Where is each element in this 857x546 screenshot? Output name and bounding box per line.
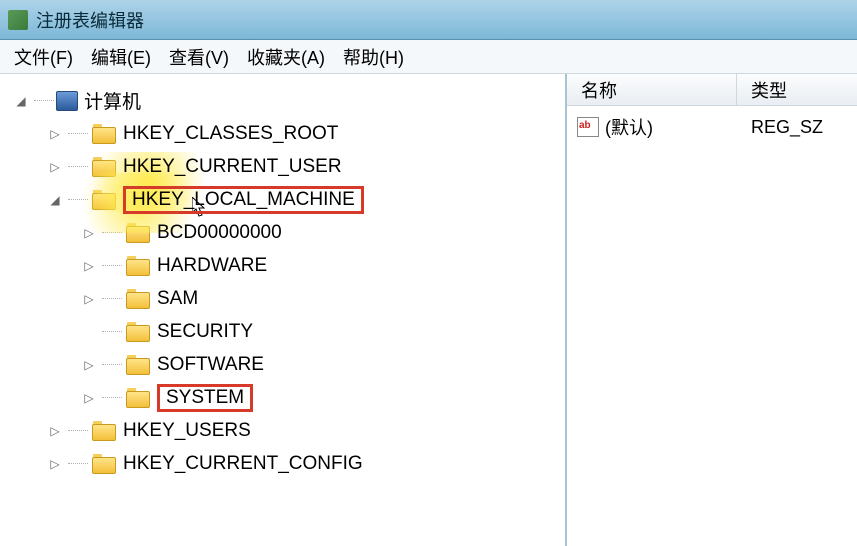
tree-system[interactable]: ▷ SYSTEM	[4, 381, 561, 414]
folder-icon	[126, 223, 150, 243]
collapse-icon[interactable]: ◢	[14, 94, 28, 108]
tree-sam[interactable]: ▷ SAM	[4, 282, 561, 315]
column-header-name[interactable]: 名称	[567, 74, 737, 105]
tree-item-label: HARDWARE	[157, 255, 267, 277]
folder-icon	[126, 289, 150, 309]
tree-hkey-current-user[interactable]: ▷ HKEY_CURRENT_USER	[4, 150, 561, 183]
tree-item-label: SECURITY	[157, 321, 253, 343]
expand-icon[interactable]: ▷	[82, 358, 96, 372]
folder-icon	[92, 190, 116, 210]
tree-item-label: HKEY_USERS	[123, 420, 251, 442]
menu-view[interactable]: 查看(V)	[169, 44, 229, 70]
tree-root-label: 计算机	[84, 87, 141, 114]
folder-icon	[126, 355, 150, 375]
tree-item-label: HKEY_CURRENT_USER	[123, 156, 342, 178]
content-area: ◢ 计算机 ▷ HKEY_CLASSES_ROOT ▷ HK	[0, 74, 857, 546]
tree-item-label: SYSTEM	[157, 384, 253, 412]
folder-icon	[92, 421, 116, 441]
folder-icon	[92, 157, 116, 177]
list-row[interactable]: ab (默认) REG_SZ	[567, 106, 857, 148]
menubar: 文件(F) 编辑(E) 查看(V) 收藏夹(A) 帮助(H)	[0, 40, 857, 74]
tree-item-label: BCD00000000	[157, 222, 282, 244]
list-pane[interactable]: 名称 类型 ab (默认) REG_SZ	[567, 74, 857, 546]
expand-icon[interactable]: ▷	[48, 457, 62, 471]
expand-icon[interactable]: ▷	[82, 259, 96, 273]
menu-help[interactable]: 帮助(H)	[343, 44, 404, 70]
list-header: 名称 类型	[567, 74, 857, 106]
menu-file[interactable]: 文件(F)	[14, 44, 73, 70]
string-value-icon: ab	[577, 117, 599, 137]
tree-software[interactable]: ▷ SOFTWARE	[4, 348, 561, 381]
tree-bcd[interactable]: ▷ BCD00000000	[4, 216, 561, 249]
tree-hkey-local-machine[interactable]: ◢ HKEY_LOCAL_MACHINE	[4, 183, 561, 216]
folder-icon	[126, 322, 150, 342]
menu-edit[interactable]: 编辑(E)	[91, 44, 151, 70]
expand-icon[interactable]: ▷	[82, 292, 96, 306]
folder-icon	[126, 256, 150, 276]
tree-hkey-current-config[interactable]: ▷ HKEY_CURRENT_CONFIG	[4, 447, 561, 480]
expand-icon[interactable]: ▷	[48, 160, 62, 174]
column-header-type[interactable]: 类型	[737, 77, 857, 103]
menu-favorites[interactable]: 收藏夹(A)	[247, 44, 325, 70]
tree-hardware[interactable]: ▷ HARDWARE	[4, 249, 561, 282]
collapse-icon[interactable]: ◢	[48, 193, 62, 207]
tree-item-label: HKEY_LOCAL_MACHINE	[123, 186, 364, 214]
tree-root-computer[interactable]: ◢ 计算机	[4, 84, 561, 117]
tree-item-label: HKEY_CURRENT_CONFIG	[123, 453, 363, 475]
tree-pane[interactable]: ◢ 计算机 ▷ HKEY_CLASSES_ROOT ▷ HK	[0, 74, 567, 546]
expand-icon[interactable]: ▷	[48, 424, 62, 438]
folder-icon	[92, 124, 116, 144]
folder-icon	[92, 454, 116, 474]
app-icon	[8, 10, 28, 30]
folder-icon	[126, 388, 150, 408]
window-title: 注册表编辑器	[36, 7, 144, 33]
expand-icon[interactable]: ▷	[48, 127, 62, 141]
tree-hkey-classes-root[interactable]: ▷ HKEY_CLASSES_ROOT	[4, 117, 561, 150]
value-name: (默认)	[605, 114, 653, 140]
tree-hkey-users[interactable]: ▷ HKEY_USERS	[4, 414, 561, 447]
titlebar: 注册表编辑器	[0, 0, 857, 40]
expand-icon[interactable]: ▷	[82, 226, 96, 240]
tree-item-label: SAM	[157, 288, 198, 310]
computer-icon	[56, 91, 78, 111]
expand-icon[interactable]: ▷	[82, 391, 96, 405]
tree-security[interactable]: ▷ SECURITY	[4, 315, 561, 348]
tree-item-label: HKEY_CLASSES_ROOT	[123, 123, 338, 145]
tree-item-label: SOFTWARE	[157, 354, 264, 376]
value-type: REG_SZ	[737, 117, 857, 138]
